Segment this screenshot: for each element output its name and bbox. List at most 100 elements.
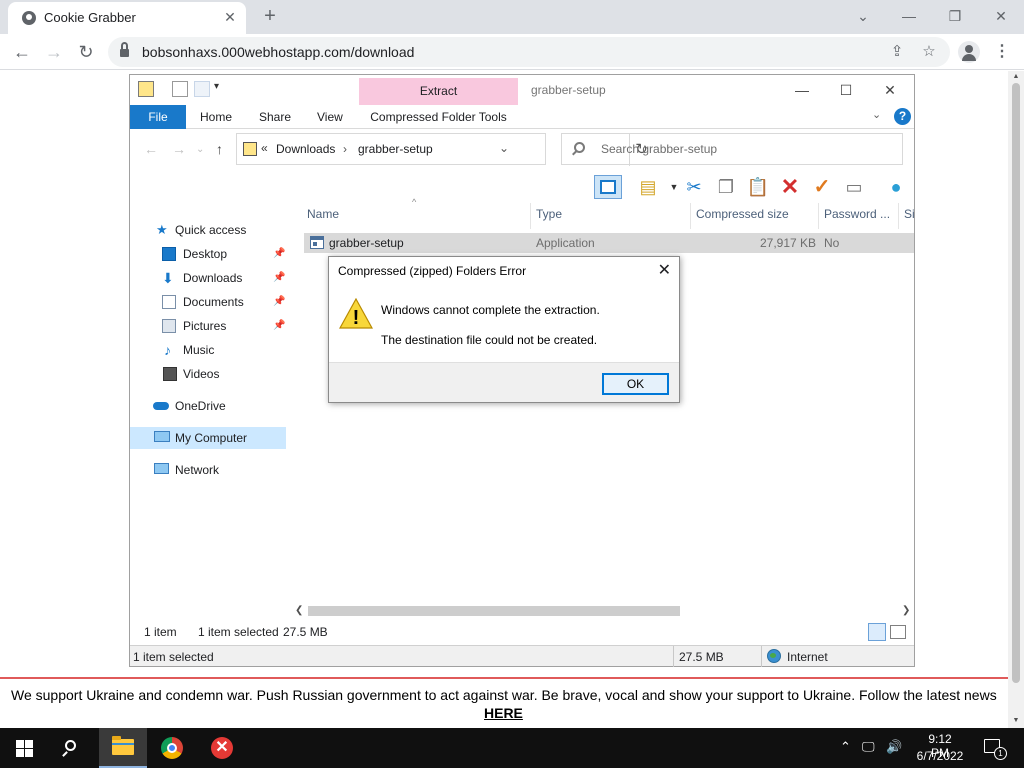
file-row: grabber-setup Application 27,917 KB No (304, 233, 914, 253)
nav-label: Desktop (183, 247, 228, 261)
file-explorer-icon[interactable] (99, 728, 147, 768)
paste-icon: 📋 (746, 177, 770, 197)
ok-button[interactable]: OK (602, 373, 669, 395)
back-button[interactable]: ← (8, 38, 36, 66)
download-arrow-icon: ⬇ (162, 270, 174, 286)
globe-icon: ● (890, 177, 902, 197)
tiles-view-icon (890, 625, 906, 639)
column-separator (530, 203, 531, 229)
address-bar[interactable]: bobsonhaxs.000webhostapp.com/download ⇪ … (108, 37, 950, 67)
nav-music: ♪ Music (130, 339, 286, 361)
breadcrumb-separator-icon: › (343, 142, 347, 156)
explorer-minimize-icon: — (795, 82, 809, 98)
status-separator (673, 646, 674, 667)
explorer-horizontal-scrollbar: ❮ ❯ (292, 603, 914, 619)
new-tab-button[interactable]: + (258, 4, 282, 28)
checkmark-icon: ✓ (813, 176, 831, 198)
nav-label: Pictures (183, 319, 227, 333)
explorer-forward-icon: → (172, 141, 186, 157)
network-icon[interactable]: 🖵 (862, 739, 875, 755)
bookmark-star-icon[interactable]: ☆ (918, 41, 940, 63)
nav-label: Music (183, 343, 215, 357)
chrome-icon[interactable] (149, 728, 197, 768)
onedrive-cloud-icon (153, 402, 169, 410)
music-note-icon: ♪ (164, 342, 171, 358)
dialog-title: Compressed (zipped) Folders Error (338, 264, 527, 278)
scroll-up-arrow-icon[interactable]: ▲ (1011, 73, 1021, 81)
tab-close-icon[interactable]: ✕ (220, 7, 240, 27)
network-icon (154, 463, 169, 474)
nav-label: Downloads (183, 271, 243, 285)
breadcrumb-downloads: Downloads (276, 142, 336, 156)
pin-icon: 📌 (273, 296, 286, 307)
scroll-down-arrow-icon[interactable]: ▼ (1011, 717, 1021, 725)
minimize-button[interactable]: — (886, 2, 932, 30)
column-separator (898, 203, 899, 229)
browser-tab[interactable]: Cookie Grabber ✕ (8, 2, 246, 34)
browser-menu-icon[interactable]: ⋮ (994, 41, 1010, 63)
nav-desktop: Desktop 📌 (130, 243, 286, 265)
dialog-message-2: The destination file could not be create… (381, 333, 598, 347)
explorer-status-bar: 1 item selected 27.5 MB Internet (130, 645, 914, 667)
scroll-left-arrow-icon: ❮ (295, 605, 304, 616)
clock-date[interactable]: 6/7/2022 (914, 749, 966, 763)
zip-folder-icon (243, 142, 257, 156)
banner-text: We support Ukraine and condemn war. Push… (11, 687, 997, 703)
new-folder-icon (194, 81, 210, 97)
horizontal-scroll-thumb (308, 606, 680, 616)
url-text[interactable]: bobsonhaxs.000webhostapp.com/download (142, 44, 414, 60)
page-scroll-thumb[interactable] (1012, 83, 1020, 683)
close-button[interactable]: ✕ (978, 2, 1024, 30)
selected-count: 1 item selected (198, 625, 279, 639)
explorer-maximize-icon: ☐ (839, 82, 853, 98)
profile-avatar-icon[interactable] (958, 41, 980, 63)
copy-icon: ❐ (717, 177, 735, 197)
ribbon-collapse-chevron-icon: ⌄ (872, 109, 882, 121)
nav-label: My Computer (175, 431, 248, 445)
explorer-address-box: « Downloads › grabber-setup ⌄ ↻ (236, 133, 648, 166)
banner-link[interactable]: HERE (484, 705, 523, 721)
explorer-title: grabber-setup (531, 83, 606, 97)
videos-icon (163, 367, 177, 381)
statusbar-size: 27.5 MB (679, 650, 724, 664)
dialog-footer: OK (329, 362, 679, 402)
breadcrumb-overflow-icon: « (261, 141, 268, 155)
notification-badge: 1 (994, 747, 1007, 760)
globe-icon (767, 649, 781, 663)
pictures-icon (162, 319, 176, 333)
address-dropdown-icon: ⌄ (499, 141, 510, 155)
lock-icon[interactable] (120, 42, 129, 57)
rename-icon: ▭ (845, 177, 863, 197)
volume-icon[interactable]: 🔊 (886, 739, 902, 755)
restore-button[interactable]: ❐ (932, 2, 978, 30)
share-icon[interactable]: ⇪ (886, 41, 908, 63)
forward-button[interactable]: → (40, 38, 68, 66)
column-password: Password ... (824, 207, 891, 221)
page-scrollbar[interactable]: ▲ ▼ (1008, 71, 1024, 728)
windows-start-icon[interactable] (0, 728, 48, 768)
qat-dropdown-icon: ▾ (214, 81, 220, 92)
reload-button[interactable]: ↻ (72, 38, 100, 66)
ribbon-share-tab: Share (259, 110, 292, 124)
browser-toolbar: ← → ↻ bobsonhaxs.000webhostapp.com/downl… (0, 34, 1024, 70)
chevron-up-icon[interactable]: ⌃ (840, 739, 851, 755)
properties-icon (172, 81, 188, 97)
explorer-titlebar: ▾ Extract grabber-setup — ☐ ✕ (130, 75, 914, 105)
nav-label: Documents (183, 295, 244, 309)
nav-label: Network (175, 463, 220, 477)
help-icon: ? (894, 108, 911, 125)
red-x-app-icon[interactable]: ✕ (199, 728, 247, 768)
explorer-close-icon: ✕ (884, 82, 896, 98)
documents-icon (162, 295, 176, 309)
file-name: grabber-setup (329, 236, 404, 250)
nav-my-computer: My Computer (130, 427, 286, 449)
tab-search-chevron-icon[interactable]: ⌄ (840, 2, 886, 30)
delete-icon: ✕ (780, 174, 800, 199)
taskbar-search-icon[interactable] (48, 728, 96, 768)
nav-label: Quick access (175, 223, 247, 237)
pin-icon: 📌 (273, 272, 286, 283)
warning-icon: ! (339, 298, 373, 329)
folder-options-icon: ▤ (639, 177, 657, 197)
dialog-close-icon[interactable]: ✕ (658, 260, 671, 280)
recent-locations-icon: ⌄ (196, 144, 205, 155)
